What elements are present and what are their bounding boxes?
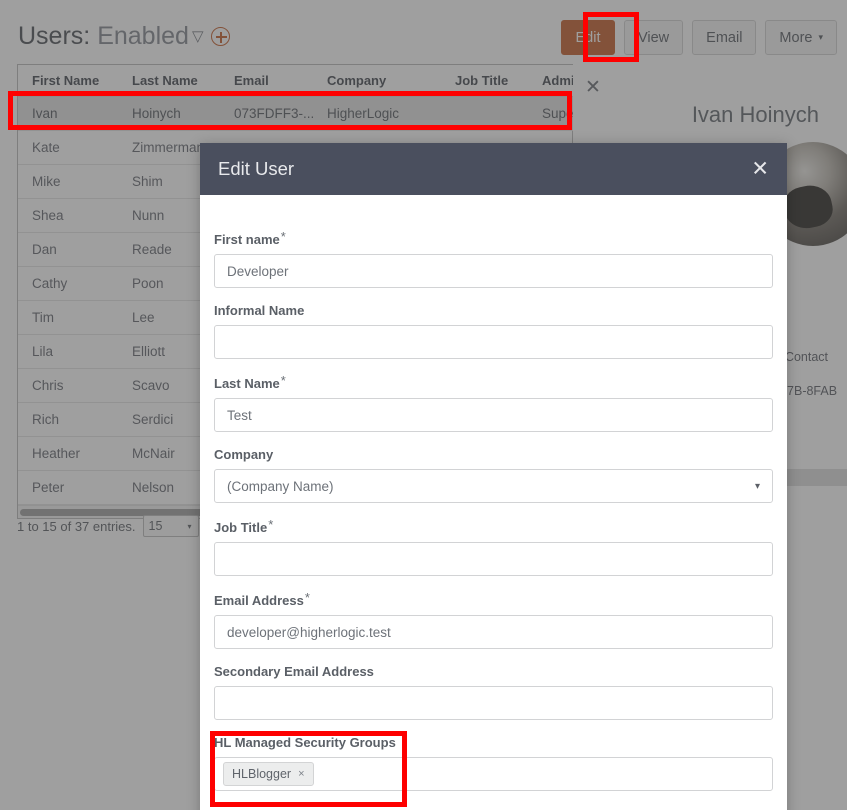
field-last-name: Last Name* Test: [214, 373, 773, 432]
required-marker: *: [280, 229, 286, 244]
input-email-address[interactable]: developer@higherlogic.test: [214, 615, 773, 649]
label-hl-managed-security-groups: HL Managed Security Groups: [214, 735, 396, 750]
label-informal-name: Informal Name: [214, 303, 305, 318]
required-marker: *: [304, 590, 310, 605]
modal-body: First name* Developer Informal Name Last Na…: [200, 195, 787, 791]
security-groups-input[interactable]: HLBlogger ×: [214, 757, 773, 791]
label-company: Company: [214, 447, 274, 462]
value-last-name: Test: [227, 407, 252, 423]
security-group-tag[interactable]: HLBlogger ×: [223, 762, 314, 786]
field-email-address: Email Address* developer@higherlogic.test: [214, 590, 773, 649]
label-email-address: Email Address: [214, 593, 304, 608]
label-first-name: First name: [214, 232, 280, 247]
label-last-name: Last Name: [214, 376, 280, 391]
input-first-name[interactable]: Developer: [214, 254, 773, 288]
field-informal-name: Informal Name: [214, 302, 773, 359]
field-hl-managed-security-groups: HL Managed Security Groups HLBlogger ×: [214, 734, 773, 791]
required-marker: *: [268, 517, 274, 532]
label-secondary-email-address: Secondary Email Address: [214, 664, 374, 679]
required-marker: *: [280, 373, 286, 388]
chevron-down-icon: ▾: [754, 480, 760, 492]
close-icon[interactable]: ✕: [751, 159, 769, 180]
value-first-name: Developer: [227, 263, 289, 279]
field-company: Company (Company Name) ▾: [214, 446, 773, 503]
modal-title: Edit User: [218, 158, 295, 179]
field-secondary-email-address: Secondary Email Address: [214, 663, 773, 720]
remove-tag-icon[interactable]: ×: [298, 768, 304, 780]
value-company: (Company Name): [227, 478, 334, 494]
input-secondary-email-address[interactable]: [214, 686, 773, 720]
modal-header: Edit User ✕: [200, 143, 787, 195]
security-group-tag-label: HLBlogger: [232, 767, 292, 781]
screenshot-root: Users: Enabled▽ Edit View Email More ▾: [0, 0, 847, 810]
input-informal-name[interactable]: [214, 325, 773, 359]
value-email-address: developer@higherlogic.test: [227, 624, 391, 640]
field-job-title: Job Title*: [214, 517, 773, 576]
field-first-name: First name* Developer: [214, 229, 773, 288]
edit-user-modal: Edit User ✕ First name* Developer Informal…: [200, 143, 787, 810]
input-job-title[interactable]: [214, 542, 773, 576]
input-last-name[interactable]: Test: [214, 398, 773, 432]
label-job-title: Job Title: [214, 520, 268, 535]
input-company[interactable]: (Company Name) ▾: [214, 469, 773, 503]
